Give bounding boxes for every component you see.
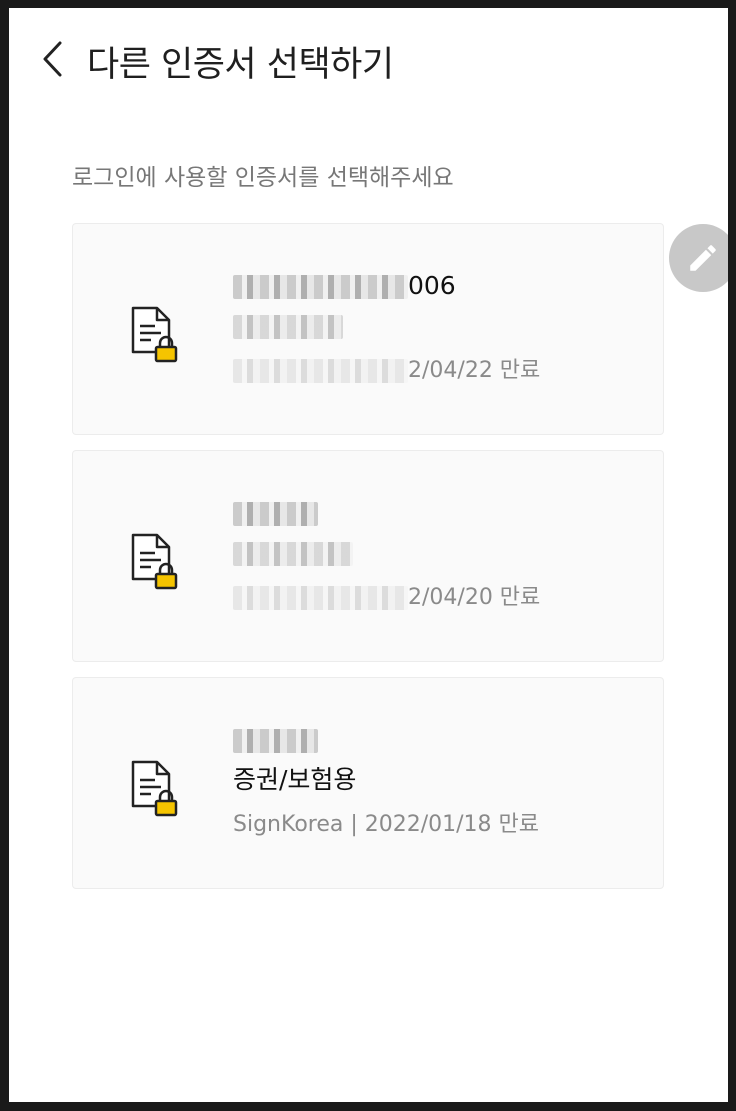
redacted-block	[233, 586, 408, 610]
certificate-info: 2/04/20 만료	[233, 493, 643, 623]
redacted-block	[233, 315, 343, 339]
header: 다른 인증서 선택하기	[9, 8, 728, 108]
certificate-purpose	[233, 533, 643, 573]
chevron-left-icon	[43, 41, 62, 77]
pencil-icon	[690, 245, 716, 271]
certificate-name	[233, 720, 643, 760]
redacted-block	[233, 729, 318, 753]
edit-button[interactable]	[669, 224, 728, 292]
certificate-card-3[interactable]: 증권/보험용 SignKorea | 2022/01/18 만료	[72, 677, 664, 889]
page-title: 다른 인증서 선택하기	[87, 45, 394, 85]
certificate-card-1[interactable]: 006 2/04/22 만료	[72, 223, 664, 435]
certificate-info: 006 2/04/22 만료	[233, 266, 643, 396]
back-button[interactable]	[33, 34, 73, 84]
redacted-block	[233, 542, 353, 566]
certificate-meta: 2/04/22 만료	[233, 346, 643, 396]
certificate-card-2[interactable]: 2/04/20 만료	[72, 450, 664, 662]
certificate-meta: 2/04/20 만료	[233, 573, 643, 623]
instruction-text: 로그인에 사용할 인증서를 선택해주세요	[72, 165, 454, 191]
certificate-name: 006	[233, 266, 643, 306]
certificate-lock-icon	[131, 533, 178, 590]
certificate-info: 증권/보험용 SignKorea | 2022/01/18 만료	[233, 720, 643, 850]
certificate-purpose: 증권/보험용	[233, 765, 357, 794]
redacted-block	[233, 275, 408, 299]
certificate-purpose	[233, 306, 643, 346]
redacted-block	[233, 359, 408, 383]
certificate-name	[233, 493, 643, 533]
app-screen: 다른 인증서 선택하기 로그인에 사용할 인증서를 선택해주세요 006 2/0…	[9, 8, 728, 1102]
redacted-block	[233, 502, 318, 526]
certificate-meta: SignKorea | 2022/01/18 만료	[233, 812, 540, 837]
certificate-lock-icon	[131, 306, 178, 363]
certificate-lock-icon	[131, 760, 178, 817]
